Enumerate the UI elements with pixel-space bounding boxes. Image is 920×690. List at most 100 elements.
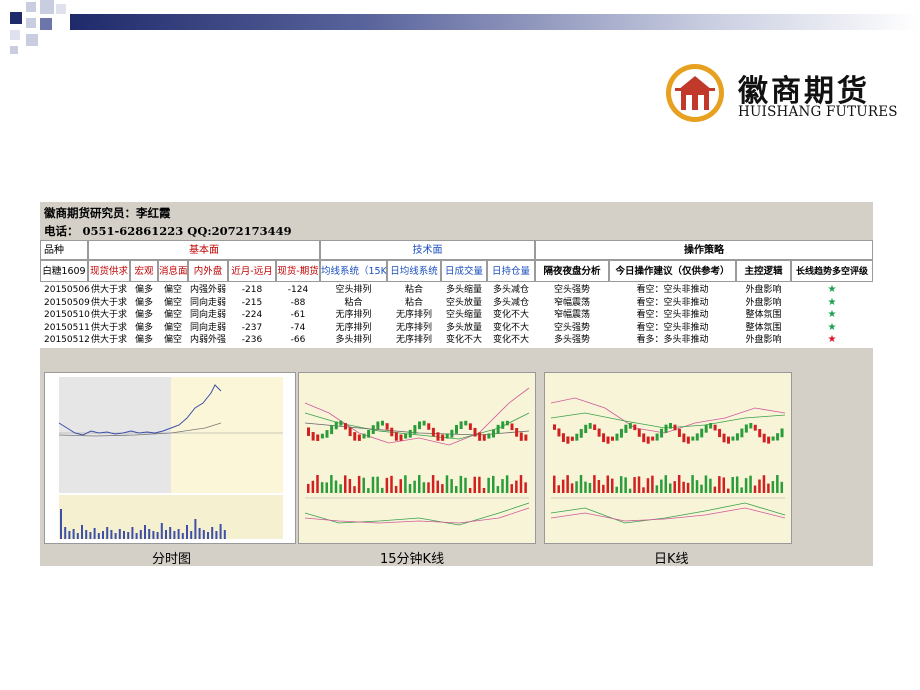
candle bbox=[664, 424, 668, 433]
candle bbox=[413, 425, 417, 434]
volume-bar bbox=[619, 476, 623, 493]
candle bbox=[776, 433, 780, 441]
volume-bar bbox=[344, 475, 347, 493]
candle bbox=[561, 433, 565, 442]
candle bbox=[575, 433, 579, 441]
header-bar bbox=[70, 14, 920, 30]
volume-bar bbox=[722, 477, 726, 493]
volume-bar bbox=[744, 478, 748, 493]
volume-bar bbox=[190, 531, 193, 539]
volume-bar bbox=[114, 533, 117, 539]
volume-bar bbox=[348, 479, 352, 493]
table-cell: 多头强势 bbox=[553, 335, 590, 345]
volume-bar bbox=[655, 485, 659, 493]
table-cell: 空头排列 bbox=[335, 285, 372, 295]
volume-bar bbox=[478, 476, 481, 493]
candle bbox=[646, 436, 650, 444]
volume-bar bbox=[561, 479, 565, 493]
header-near-far: 近月-远月 bbox=[228, 260, 276, 282]
table-cell: 无序排列 bbox=[395, 310, 432, 320]
volume-bar bbox=[207, 532, 209, 539]
table-cell: 粘合 bbox=[404, 297, 423, 308]
report-panel: 徽商期货研究员：李红霞 电话： 0551-62861223 QQ:2072173… bbox=[40, 202, 873, 567]
trend-star-icon: ★ bbox=[827, 284, 837, 295]
candle bbox=[704, 424, 708, 433]
volume-bar bbox=[376, 476, 379, 493]
group-strategy: 操作策略 bbox=[535, 240, 873, 260]
volume-bar bbox=[330, 475, 333, 493]
table-cell: 内强外弱 bbox=[189, 285, 226, 295]
table-cell: 多头排列 bbox=[335, 335, 372, 345]
volume-bar bbox=[464, 477, 467, 493]
volume-bar bbox=[664, 475, 668, 493]
table-cell: 多头减仓 bbox=[492, 285, 529, 295]
volume-bar bbox=[211, 527, 214, 539]
table-cell: 偏空 bbox=[163, 285, 182, 295]
table-cell: -236 bbox=[241, 335, 263, 345]
volume-bar bbox=[110, 530, 113, 539]
volume-bar bbox=[381, 487, 384, 493]
header-daily-ma: 日均线系统 bbox=[387, 260, 441, 282]
candle bbox=[510, 423, 514, 431]
table-cell: 多头减仓 bbox=[492, 297, 529, 308]
candle bbox=[376, 421, 380, 430]
volume-bar bbox=[427, 482, 430, 493]
table-cell: 20150509 bbox=[44, 297, 90, 308]
table-cell: 外盘影响 bbox=[745, 335, 782, 345]
table-cell: 偏多 bbox=[134, 310, 153, 320]
candle bbox=[758, 429, 762, 438]
candle bbox=[557, 428, 561, 437]
table-cell: 看空：空头非推动 bbox=[636, 322, 709, 333]
candle bbox=[482, 434, 486, 441]
volume-bar bbox=[695, 480, 699, 493]
volume-bar bbox=[160, 523, 163, 539]
volume-bar bbox=[186, 525, 188, 539]
candle bbox=[367, 429, 371, 438]
table-cell: 无序排列 bbox=[335, 310, 372, 320]
table-cell: 供大于求 bbox=[90, 322, 127, 333]
candle bbox=[744, 424, 748, 433]
volume-bar bbox=[106, 527, 109, 539]
candle bbox=[660, 428, 664, 438]
volume-bar bbox=[198, 528, 201, 539]
volume-bar bbox=[311, 480, 315, 493]
table-cell: 20150506 bbox=[44, 285, 90, 295]
candle bbox=[686, 436, 690, 444]
header-news: 消息面 bbox=[158, 260, 188, 282]
header-daily-volume: 日成交量 bbox=[441, 260, 487, 282]
header-long-trend: 长线趋势多空评级 bbox=[791, 260, 873, 282]
table-cell: 看多：多头非推动 bbox=[636, 335, 709, 345]
volume-bar bbox=[394, 485, 398, 493]
candle bbox=[669, 422, 672, 429]
candle bbox=[431, 427, 435, 437]
volume-bar bbox=[152, 531, 155, 539]
volume-bar bbox=[570, 483, 574, 493]
header-today-advice: 今日操作建议（仅供参考） bbox=[609, 260, 736, 282]
candle bbox=[519, 432, 523, 441]
candle bbox=[767, 436, 771, 444]
volume-bar bbox=[691, 475, 694, 493]
header-variety: 白糖1609 bbox=[40, 260, 88, 282]
volume-bar bbox=[771, 481, 775, 493]
volume-bar bbox=[93, 528, 96, 539]
table-cell: 变化不大 bbox=[492, 322, 529, 333]
intraday-chart bbox=[44, 372, 296, 544]
candle bbox=[450, 429, 454, 438]
candle bbox=[633, 424, 637, 431]
table-cell: 无序排列 bbox=[395, 335, 432, 345]
volume-bar bbox=[633, 477, 636, 493]
volume-bar bbox=[85, 530, 88, 539]
volume-bar bbox=[602, 484, 605, 493]
table-cell: 空头缩量 bbox=[445, 310, 482, 320]
candle bbox=[353, 432, 357, 441]
table-cell: 整体氛围 bbox=[745, 322, 782, 333]
candle bbox=[615, 433, 619, 441]
volume-bar bbox=[557, 485, 560, 493]
volume-bar bbox=[418, 475, 421, 493]
candle bbox=[408, 429, 412, 438]
volume-bar bbox=[135, 533, 138, 539]
volume-bar bbox=[780, 481, 784, 493]
volume-bar bbox=[677, 475, 681, 493]
candle bbox=[441, 434, 445, 441]
group-technical: 技术面 bbox=[320, 240, 535, 260]
